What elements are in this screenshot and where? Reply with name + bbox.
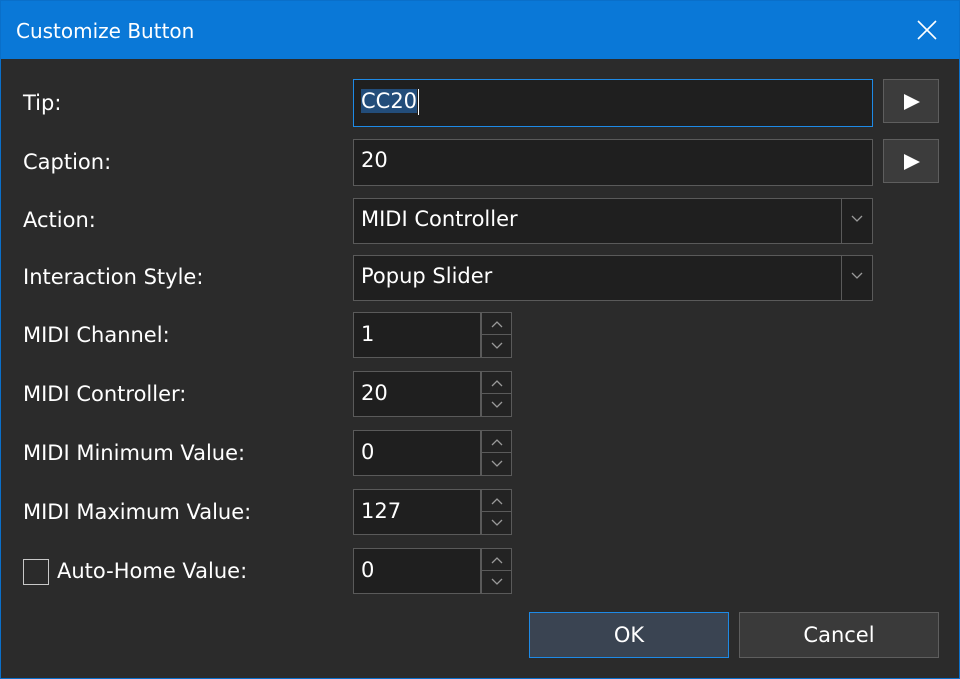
midi-max-value: 127	[361, 499, 402, 523]
midi-min-up-button[interactable]	[481, 430, 512, 453]
tip-value: CC20	[361, 89, 418, 113]
chevron-down-icon	[491, 578, 503, 585]
action-select[interactable]: MIDI Controller	[353, 198, 873, 244]
interaction-style-value: Popup Slider	[361, 264, 493, 288]
chevron-up-icon	[491, 498, 503, 505]
midi-controller-value: 20	[361, 381, 388, 405]
caption-value: 20	[361, 148, 388, 172]
chevron-down-icon	[851, 272, 863, 279]
ok-button[interactable]: OK	[529, 612, 729, 658]
chevron-down-icon	[491, 460, 503, 467]
midi-max-down-button[interactable]	[481, 512, 512, 535]
auto-home-down-button[interactable]	[481, 571, 512, 594]
auto-home-input[interactable]: 0	[353, 548, 481, 594]
midi-max-label: MIDI Maximum Value:	[23, 500, 252, 524]
midi-channel-spinner: 1	[353, 312, 512, 358]
caption-play-button[interactable]	[883, 139, 939, 183]
cancel-button[interactable]: Cancel	[739, 612, 939, 658]
auto-home-up-button[interactable]	[481, 548, 512, 571]
play-icon	[904, 94, 920, 110]
chevron-down-icon	[491, 342, 503, 349]
chevron-up-icon	[491, 557, 503, 564]
midi-channel-up-button[interactable]	[481, 312, 512, 335]
midi-min-value: 0	[361, 440, 375, 464]
caption-label: Caption:	[23, 150, 112, 174]
midi-controller-up-button[interactable]	[481, 371, 512, 394]
interaction-style-label: Interaction Style:	[23, 265, 204, 289]
chevron-up-icon	[491, 321, 503, 328]
tip-label: Tip:	[23, 91, 62, 115]
midi-channel-label: MIDI Channel:	[23, 323, 170, 347]
auto-home-value: 0	[361, 558, 375, 582]
text-caret	[418, 89, 420, 115]
midi-channel-down-button[interactable]	[481, 335, 512, 358]
close-button[interactable]	[895, 1, 959, 59]
chevron-up-icon	[491, 380, 503, 387]
chevron-down-icon	[851, 215, 863, 222]
chevron-down-icon	[491, 519, 503, 526]
auto-home-spinner: 0	[353, 548, 512, 594]
midi-min-spinner: 0	[353, 430, 512, 476]
caption-input[interactable]: 20	[353, 139, 873, 186]
midi-max-input[interactable]: 127	[353, 489, 481, 535]
chevron-down-icon	[491, 401, 503, 408]
auto-home-label: Auto-Home Value:	[57, 559, 248, 583]
close-icon	[917, 20, 937, 40]
auto-home-checkbox[interactable]	[23, 559, 49, 585]
midi-controller-input[interactable]: 20	[353, 371, 481, 417]
tip-input[interactable]: CC20	[353, 79, 873, 127]
interaction-style-dropdown-arrow[interactable]	[841, 256, 872, 300]
action-value: MIDI Controller	[361, 207, 518, 231]
midi-controller-spinner: 20	[353, 371, 512, 417]
interaction-style-select[interactable]: Popup Slider	[353, 255, 873, 301]
title-bar: Customize Button	[1, 1, 959, 59]
midi-channel-input[interactable]: 1	[353, 312, 481, 358]
midi-max-spinner: 127	[353, 489, 512, 535]
action-dropdown-arrow[interactable]	[841, 199, 872, 243]
action-label: Action:	[23, 208, 96, 232]
tip-play-button[interactable]	[883, 79, 939, 123]
midi-controller-down-button[interactable]	[481, 394, 512, 417]
midi-channel-value: 1	[361, 322, 375, 346]
midi-max-up-button[interactable]	[481, 489, 512, 512]
midi-controller-label: MIDI Controller:	[23, 382, 187, 406]
chevron-up-icon	[491, 439, 503, 446]
midi-min-label: MIDI Minimum Value:	[23, 441, 246, 465]
customize-button-dialog: Customize Button Tip: CC20 Caption: 20 A…	[0, 0, 960, 679]
midi-min-down-button[interactable]	[481, 453, 512, 476]
play-icon	[904, 154, 920, 170]
dialog-title: Customize Button	[16, 19, 195, 43]
midi-min-input[interactable]: 0	[353, 430, 481, 476]
